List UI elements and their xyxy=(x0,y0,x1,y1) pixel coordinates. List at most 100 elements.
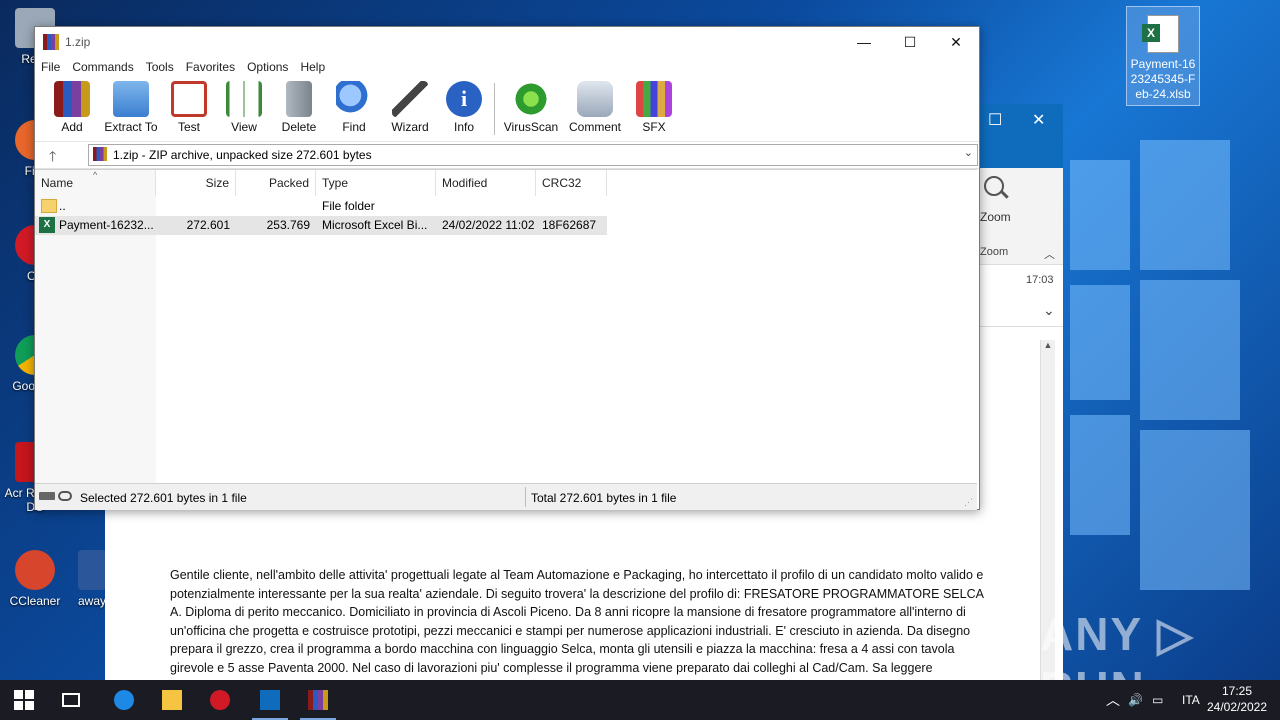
file-list[interactable]: Name ^ Size Packed Type Modified CRC32 ..… xyxy=(35,169,977,483)
view-button[interactable]: View xyxy=(214,79,274,134)
taskbar-edge[interactable] xyxy=(100,680,148,720)
collapse-ribbon-icon[interactable]: ︿ xyxy=(1044,246,1055,262)
file-row-selected[interactable]: X Payment-16232... 272.601 253.769 Micro… xyxy=(35,216,607,235)
status-bar: Selected 272.601 bytes in 1 file Total 2… xyxy=(35,483,977,510)
toolbar-separator xyxy=(494,83,495,135)
desktop-icon-label: CCleaner xyxy=(9,594,61,608)
outlook-maximize-button[interactable]: ☐ xyxy=(988,110,1002,130)
find-button[interactable]: Find xyxy=(324,79,384,134)
file-modified: 24/02/2022 11:02 xyxy=(442,218,535,232)
taskbar-winrar[interactable] xyxy=(294,680,342,720)
delete-icon xyxy=(286,81,312,117)
excel-file-icon: X xyxy=(1142,15,1179,53)
file-type: File folder xyxy=(322,199,375,213)
column-header-name-label: Name xyxy=(41,176,74,190)
column-header-name[interactable]: Name ^ xyxy=(35,170,156,196)
toolbar: Add Extract To Test View Delete Find Wiz… xyxy=(35,77,979,142)
winrar-titlebar[interactable]: 1.zip — ☐ ✕ xyxy=(35,27,979,57)
outlook-icon xyxy=(260,690,280,710)
zip-archive-icon xyxy=(93,147,107,161)
desktop-file-label: Payment-1623245345-Feb-24.xlsb xyxy=(1130,57,1196,101)
sfx-icon xyxy=(636,81,672,117)
file-name: Payment-16232... xyxy=(59,218,154,232)
key-icon[interactable] xyxy=(58,491,72,501)
menu-options[interactable]: Options xyxy=(241,57,294,77)
taskbar-opera[interactable] xyxy=(196,680,244,720)
add-icon xyxy=(54,81,90,117)
taskbar-file-explorer[interactable] xyxy=(148,680,196,720)
virusscan-label: VirusScan xyxy=(503,120,559,134)
find-icon xyxy=(336,81,372,117)
column-header-modified[interactable]: Modified xyxy=(436,170,536,196)
winrar-app-icon xyxy=(43,34,59,50)
excel-badge: X xyxy=(1142,24,1160,42)
taskbar-clock[interactable]: 17:25 24/02/2022 xyxy=(1202,683,1272,715)
ccleaner-icon xyxy=(15,550,55,590)
task-view-button[interactable] xyxy=(48,680,96,720)
drive-icon[interactable] xyxy=(39,492,55,500)
wizard-label: Wizard xyxy=(391,120,429,134)
file-size: 272.601 xyxy=(186,218,230,232)
sort-ascending-icon: ^ xyxy=(93,170,98,180)
volume-icon[interactable]: 🔊 xyxy=(1128,680,1143,720)
resize-grip-icon[interactable]: ⋰ xyxy=(964,497,973,508)
menu-tools[interactable]: Tools xyxy=(140,57,180,77)
zoom-magnifier-icon[interactable] xyxy=(984,176,1010,202)
outlook-close-button[interactable]: ✕ xyxy=(1032,110,1045,130)
view-label: View xyxy=(231,120,257,134)
expand-chevron-icon[interactable]: ⌄ xyxy=(1043,302,1055,319)
comment-button[interactable]: Comment xyxy=(565,79,625,134)
column-header-packed[interactable]: Packed xyxy=(236,170,316,196)
taskbar-outlook[interactable] xyxy=(246,680,294,720)
wallpaper-pane xyxy=(1070,285,1130,400)
desktop-icon-ccleaner[interactable]: CCleaner xyxy=(0,550,70,608)
column-header-crc32[interactable]: CRC32 xyxy=(536,170,607,196)
menu-favorites[interactable]: Favorites xyxy=(180,57,241,77)
message-time: 17:03 xyxy=(1026,274,1054,286)
virusscan-icon xyxy=(513,81,549,117)
desktop-wallpaper-light xyxy=(1060,120,1280,680)
test-label: Test xyxy=(177,120,200,134)
sfx-button[interactable]: SFX xyxy=(624,79,684,134)
up-arrow-icon[interactable]: 🡑 xyxy=(49,146,56,170)
show-hidden-icons[interactable]: ︿ xyxy=(1106,680,1120,720)
maximize-button[interactable]: ☐ xyxy=(887,27,933,57)
view-icon xyxy=(226,81,262,117)
address-text: 1.zip - ZIP archive, unpacked size 272.6… xyxy=(113,148,372,162)
clock-date: 24/02/2022 xyxy=(1206,700,1268,714)
address-dropdown-icon[interactable]: ⌄ xyxy=(964,146,973,159)
find-label: Find xyxy=(342,120,366,134)
input-language[interactable]: ITA xyxy=(1182,680,1200,720)
menu-help[interactable]: Help xyxy=(294,57,331,77)
minimize-button[interactable]: — xyxy=(841,27,887,57)
address-field[interactable]: 1.zip - ZIP archive, unpacked size 272.6… xyxy=(88,144,978,166)
file-explorer-icon xyxy=(162,690,182,710)
add-button[interactable]: Add xyxy=(42,79,102,134)
network-icon[interactable]: ▭ xyxy=(1152,680,1163,720)
test-button[interactable]: Test xyxy=(159,79,219,134)
desktop-icon-payment-xlsb[interactable]: X Payment-1623245345-Feb-24.xlsb xyxy=(1126,6,1200,106)
extract-to-label: Extract To xyxy=(104,120,158,134)
info-button[interactable]: i Info xyxy=(434,79,494,134)
virusscan-button[interactable]: VirusScan xyxy=(501,79,561,134)
wallpaper-pane xyxy=(1070,415,1130,535)
delete-button[interactable]: Delete xyxy=(269,79,329,134)
add-label: Add xyxy=(61,120,83,134)
column-header-type[interactable]: Type xyxy=(316,170,436,196)
wizard-button[interactable]: Wizard xyxy=(380,79,440,134)
file-crc32: 18F62687 xyxy=(542,218,597,232)
menu-file[interactable]: File xyxy=(35,57,66,77)
zoom-button-label[interactable]: Zoom xyxy=(980,210,1011,224)
file-name: .. xyxy=(59,199,66,213)
status-divider xyxy=(525,487,526,507)
folder-icon xyxy=(41,199,57,213)
header-divider xyxy=(978,326,1063,327)
file-row-parent[interactable]: .. File folder xyxy=(35,197,607,216)
column-header-size[interactable]: Size xyxy=(156,170,236,196)
extract-to-button[interactable]: Extract To xyxy=(101,79,161,134)
wallpaper-pane xyxy=(1140,430,1250,590)
start-button[interactable] xyxy=(0,680,48,720)
outlook-ribbon: Zoom Zoom ︿ xyxy=(978,168,1063,265)
menu-commands[interactable]: Commands xyxy=(66,57,139,77)
close-button[interactable]: ✕ xyxy=(933,27,979,57)
